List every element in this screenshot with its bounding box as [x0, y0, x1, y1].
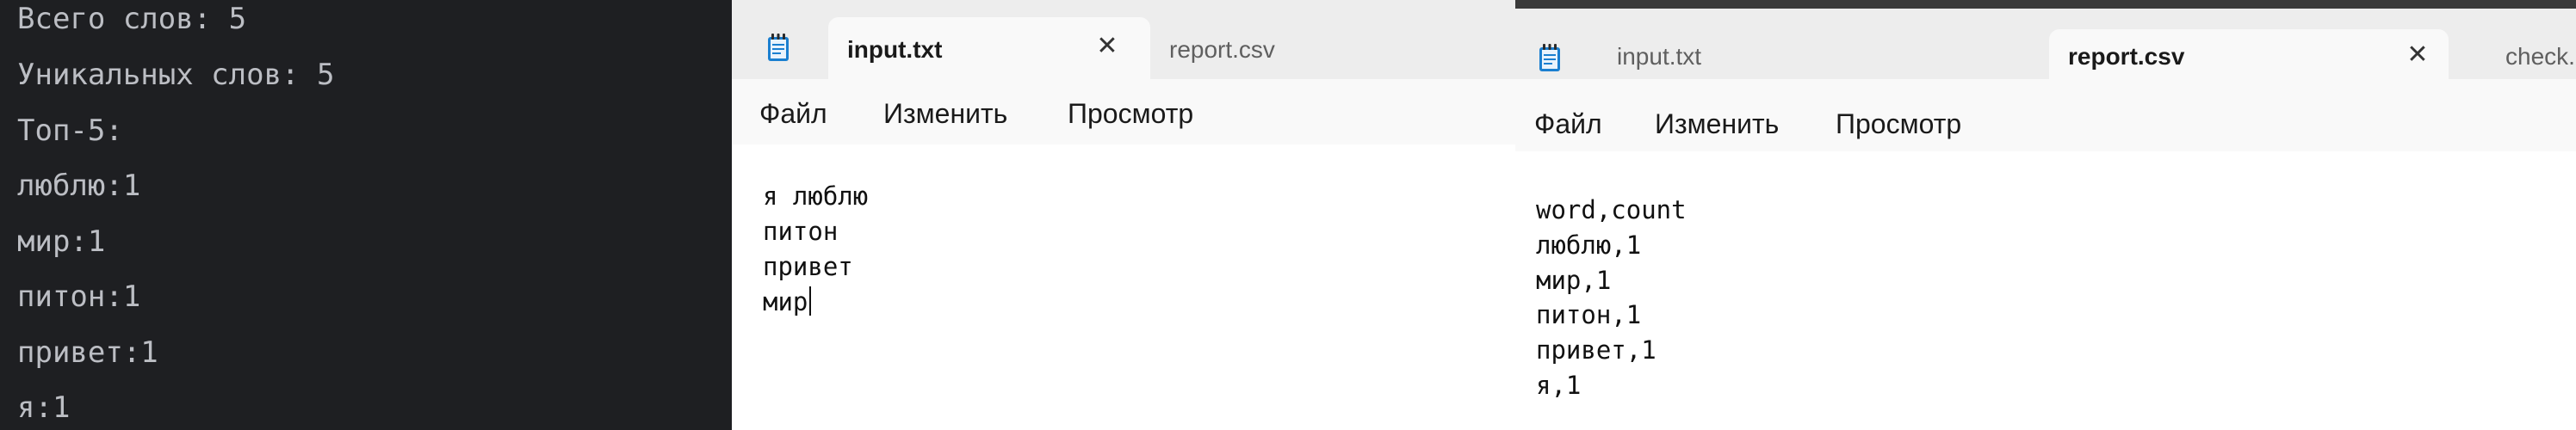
tab-input-txt[interactable]: input.txt [1617, 29, 1875, 79]
notepad-window-input: input.txt ✕ report.csv Файл Изменить Про… [732, 0, 1515, 430]
terminal-line: Уникальных слов: 5 [17, 58, 335, 92]
tab-label: input.txt [847, 36, 943, 63]
tab-report-csv[interactable]: report.csv [1150, 17, 1515, 79]
terminal-output: Всего слов: 5 Уникальных слов: 5 Топ-5: … [0, 0, 732, 430]
tab-label: report.csv [2068, 43, 2185, 70]
close-icon[interactable]: ✕ [1093, 33, 1121, 60]
menu-edit[interactable]: Изменить [883, 98, 1007, 130]
editor-line: привет,1 [1536, 335, 1656, 365]
tab-label: input.txt [1617, 43, 1702, 70]
terminal-line: я:1 [17, 390, 71, 425]
menu-edit[interactable]: Изменить [1655, 108, 1779, 140]
editor-line-last: мир [763, 285, 812, 319]
tab-report-csv[interactable]: report.csv ✕ [2049, 29, 2449, 79]
tab-label: check.c [2505, 43, 2576, 70]
editor-line: питон,1 [1536, 300, 1642, 329]
tab-bar: input.txt ✕ report.csv [732, 0, 1515, 79]
editor-line: я,1 [1536, 371, 1582, 400]
text-caret [809, 286, 812, 316]
notepad-window-report: input.txt report.csv ✕ check.c Файл Изме… [1515, 0, 2576, 430]
editor-line-text: мир [763, 287, 808, 316]
editor-line: питон [763, 217, 839, 246]
notepad-icon [768, 34, 789, 61]
menu-bar: Файл Изменить Просмотр [1515, 79, 2576, 152]
editor-line: мир,1 [1536, 266, 1612, 295]
text-editor[interactable]: я люблю питон привет мир [732, 144, 1515, 430]
notepad-icon [1539, 44, 1560, 71]
menu-bar: Файл Изменить Просмотр [732, 79, 1515, 145]
terminal-line: привет:1 [17, 335, 158, 370]
close-icon[interactable]: ✕ [2404, 41, 2431, 69]
editor-line: люблю,1 [1536, 230, 1642, 260]
editor-line: word,count [1536, 195, 1687, 224]
terminal-line: Топ-5: [17, 114, 123, 148]
menu-file[interactable]: Файл [1534, 108, 1602, 140]
tab-bar: input.txt report.csv ✕ check.c [1515, 9, 2576, 79]
terminal-line: Всего слов: 5 [17, 2, 247, 36]
text-editor[interactable]: word,count люблю,1 мир,1 питон,1 привет,… [1515, 151, 2576, 430]
menu-file[interactable]: Файл [759, 98, 827, 130]
menu-view[interactable]: Просмотр [1068, 98, 1193, 130]
editor-line: я люблю [763, 181, 869, 211]
menu-view[interactable]: Просмотр [1836, 108, 1961, 140]
tab-check[interactable]: check.c [2505, 29, 2576, 79]
terminal-line: мир:1 [17, 224, 106, 259]
terminal-line: питон:1 [17, 280, 141, 314]
tab-label: report.csv [1169, 36, 1275, 63]
terminal-line: люблю:1 [17, 169, 141, 203]
editor-line: привет [763, 252, 853, 281]
tab-input-txt[interactable]: input.txt ✕ [828, 17, 1150, 79]
